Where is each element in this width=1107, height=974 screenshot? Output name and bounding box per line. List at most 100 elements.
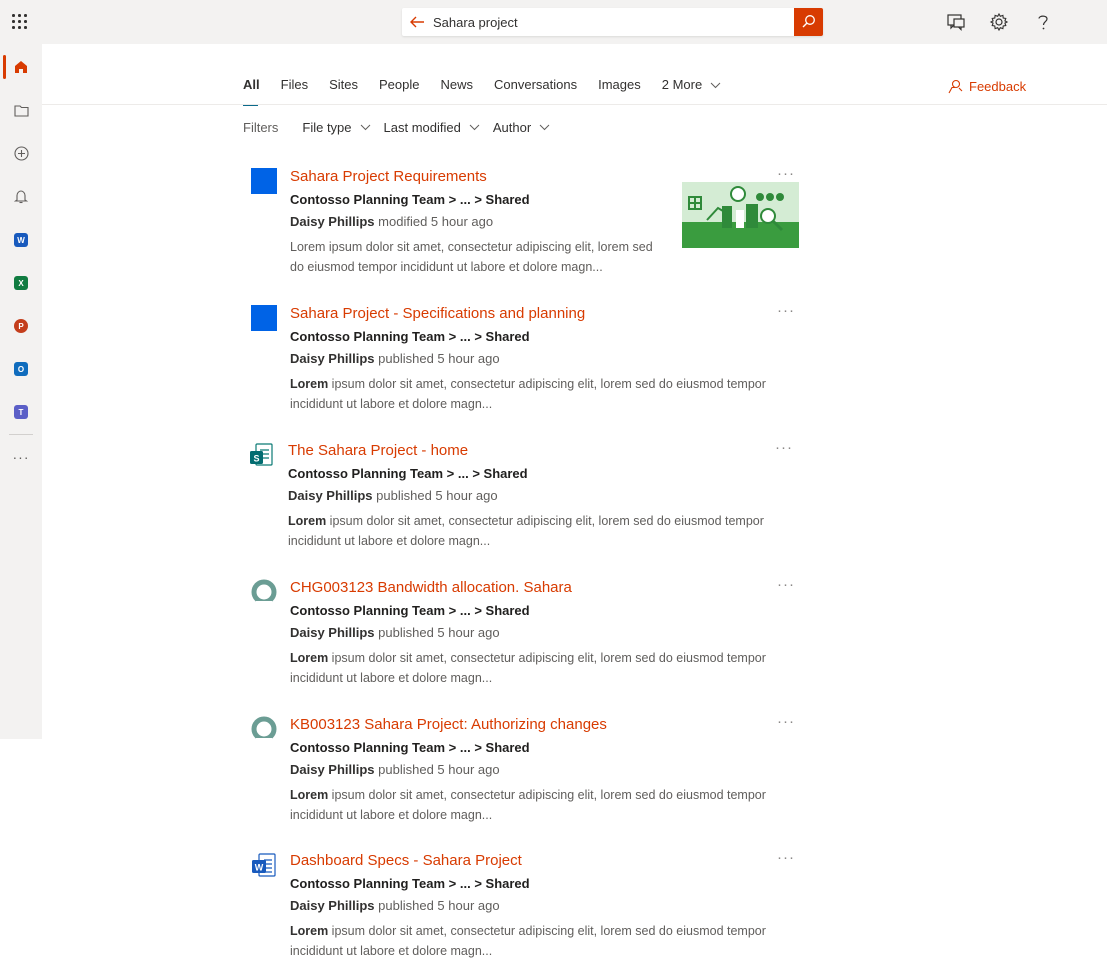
- result-path: Contosso Planning Team > ... > Shared: [290, 603, 530, 618]
- search-box: [402, 8, 823, 36]
- search-result: KB003123 Sahara Project: Authorizing cha…: [250, 713, 800, 836]
- feedback-icon: [948, 79, 963, 94]
- rail-powerpoint[interactable]: P: [0, 305, 42, 347]
- result-meta: Daisy Phillips published 5 hour ago: [290, 351, 500, 366]
- result-action: published 5 hour ago: [374, 351, 500, 366]
- svg-text:W: W: [255, 863, 264, 873]
- rail-excel[interactable]: X: [0, 262, 42, 304]
- help-icon[interactable]: [1033, 12, 1053, 32]
- outlook-icon: O: [14, 362, 28, 376]
- search-result: W Dashboard Specs - Sahara Project Conto…: [250, 849, 800, 972]
- result-author[interactable]: Daisy Phillips: [290, 898, 375, 913]
- more-actions-icon[interactable]: ···: [777, 849, 795, 866]
- more-actions-icon[interactable]: ···: [777, 576, 795, 593]
- tab-people[interactable]: People: [379, 77, 419, 97]
- chevron-down-icon: [539, 124, 550, 131]
- result-meta: Daisy Phillips published 5 hour ago: [290, 762, 500, 777]
- result-author[interactable]: Daisy Phillips: [290, 214, 375, 229]
- result-title[interactable]: CHG003123 Bandwidth allocation. Sahara: [290, 579, 572, 596]
- search-result: CHG003123 Bandwidth allocation. Sahara C…: [250, 576, 800, 699]
- result-title[interactable]: Dashboard Specs - Sahara Project: [290, 852, 522, 869]
- path-site[interactable]: Contosso Planning Team: [290, 192, 445, 207]
- path-separator: > ... >: [445, 740, 486, 755]
- home-icon: [15, 61, 27, 73]
- filter-file-type[interactable]: File type: [302, 120, 370, 135]
- path-folder[interactable]: Shared: [486, 740, 530, 755]
- desc-text: ipsum dolor sit amet, consectetur adipis…: [290, 377, 766, 411]
- result-title[interactable]: Sahara Project Requirements: [290, 168, 487, 185]
- search-result: S The Sahara Project - home Contosso Pla…: [248, 439, 798, 562]
- result-author[interactable]: Daisy Phillips: [290, 762, 375, 777]
- tab-files[interactable]: Files: [281, 77, 308, 97]
- desc-lead: Lorem: [290, 377, 329, 391]
- path-folder[interactable]: Shared: [486, 876, 530, 891]
- settings-gear-icon[interactable]: [989, 12, 1009, 32]
- result-description: Lorem ipsum dolor sit amet, consectetur …: [290, 237, 670, 277]
- result-action: modified 5 hour ago: [374, 214, 494, 229]
- search-button[interactable]: [794, 8, 823, 36]
- tab-more[interactable]: 2 More: [662, 77, 721, 97]
- ring-icon: [250, 579, 278, 607]
- path-separator: > ... >: [443, 466, 484, 481]
- desc-text: Lorem ipsum dolor sit amet, consectetur …: [290, 240, 653, 274]
- chevron-down-icon: [469, 124, 480, 131]
- app-launcher-icon[interactable]: [12, 14, 28, 30]
- chevron-down-icon: [360, 124, 370, 131]
- path-folder[interactable]: Shared: [486, 329, 530, 344]
- result-author[interactable]: Daisy Phillips: [290, 625, 375, 640]
- more-actions-icon[interactable]: ···: [777, 165, 795, 182]
- rail-notifications[interactable]: [0, 175, 42, 217]
- tab-more-label: 2 More: [661, 77, 703, 92]
- result-title[interactable]: Sahara Project - Specifications and plan…: [290, 305, 585, 322]
- tabs-divider: [42, 104, 1107, 105]
- result-thumbnail[interactable]: [682, 182, 799, 248]
- path-site[interactable]: Contosso Planning Team: [290, 876, 445, 891]
- tab-images[interactable]: Images: [598, 77, 641, 97]
- path-site[interactable]: Contosso Planning Team: [288, 466, 443, 481]
- result-action: published 5 hour ago: [374, 898, 500, 913]
- rail-word[interactable]: W: [0, 219, 42, 261]
- result-action: published 5 hour ago: [374, 762, 500, 777]
- feedback-button[interactable]: Feedback: [947, 78, 1026, 94]
- result-meta: Daisy Phillips published 5 hour ago: [288, 488, 498, 503]
- result-author[interactable]: Daisy Phillips: [288, 488, 373, 503]
- result-author[interactable]: Daisy Phillips: [290, 351, 375, 366]
- rail-teams[interactable]: T: [0, 391, 42, 433]
- rail-outlook[interactable]: O: [0, 348, 42, 390]
- more-actions-icon[interactable]: ···: [775, 439, 793, 456]
- path-site[interactable]: Contosso Planning Team: [290, 740, 445, 755]
- more-actions-icon[interactable]: ···: [777, 713, 795, 730]
- tab-sites[interactable]: Sites: [329, 77, 358, 97]
- more-actions-icon[interactable]: ···: [777, 302, 795, 319]
- desc-text: ipsum dolor sit amet, consectetur adipis…: [290, 924, 766, 958]
- rail-create[interactable]: [0, 132, 42, 174]
- path-folder[interactable]: Shared: [484, 466, 528, 481]
- rail-more[interactable]: ···: [0, 436, 42, 478]
- path-folder[interactable]: Shared: [486, 192, 530, 207]
- result-action: published 5 hour ago: [372, 488, 498, 503]
- tab-news[interactable]: News: [440, 77, 473, 97]
- result-title[interactable]: The Sahara Project - home: [288, 442, 468, 459]
- search-result: Sahara Project Requirements Contosso Pla…: [250, 165, 800, 288]
- result-title[interactable]: KB003123 Sahara Project: Authorizing cha…: [290, 716, 607, 733]
- result-meta: Daisy Phillips published 5 hour ago: [290, 898, 500, 913]
- result-path: Contosso Planning Team > ... > Shared: [290, 740, 530, 755]
- filters-bar: Filters File type Last modified Author: [243, 120, 563, 135]
- path-folder[interactable]: Shared: [486, 603, 530, 618]
- result-meta: Daisy Phillips modified 5 hour ago: [290, 214, 493, 229]
- tab-conversations[interactable]: Conversations: [494, 77, 577, 97]
- filter-author[interactable]: Author: [493, 120, 550, 135]
- back-arrow-icon[interactable]: [408, 13, 426, 31]
- chat-icon[interactable]: [946, 12, 966, 32]
- filters-label: Filters: [243, 120, 279, 135]
- result-meta: Daisy Phillips published 5 hour ago: [290, 625, 500, 640]
- desc-lead: Lorem: [290, 651, 329, 665]
- filter-last-modified[interactable]: Last modified: [384, 120, 480, 135]
- search-input[interactable]: [433, 12, 788, 32]
- rail-files[interactable]: [0, 89, 42, 131]
- folder-icon: [13, 104, 29, 117]
- path-site[interactable]: Contosso Planning Team: [290, 329, 445, 344]
- rail-home[interactable]: [0, 46, 42, 88]
- path-site[interactable]: Contosso Planning Team: [290, 603, 445, 618]
- tab-all[interactable]: All: [243, 77, 260, 106]
